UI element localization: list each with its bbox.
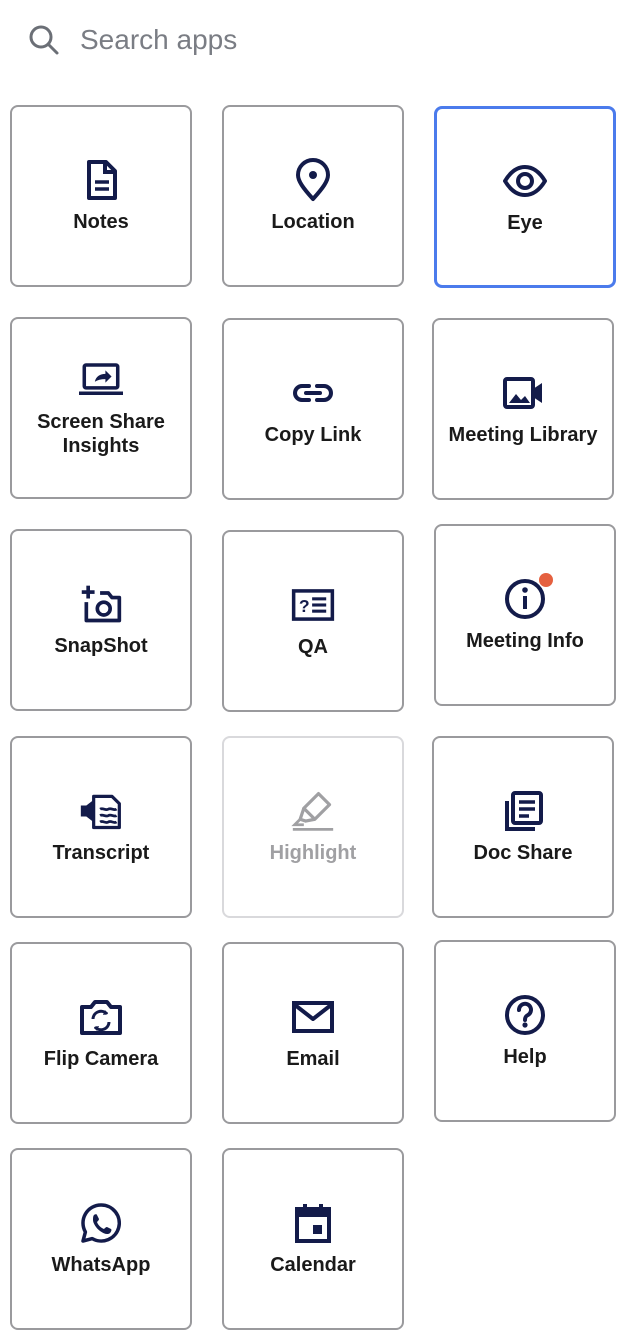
app-tile-email[interactable]: Email [222, 942, 404, 1124]
notification-badge [539, 573, 553, 587]
add-camera-icon [79, 582, 123, 626]
app-tile-location[interactable]: Location [222, 105, 404, 287]
app-label: SnapShot [54, 635, 148, 657]
app-tile-whatsapp[interactable]: WhatsApp [10, 1148, 192, 1330]
app-tile-meeting-info[interactable]: Meeting Info [434, 524, 616, 706]
app-tile-snapshot[interactable]: SnapShot [10, 529, 192, 711]
app-label: Location [271, 211, 355, 233]
app-label: QA [298, 636, 328, 658]
svg-text:?: ? [299, 596, 310, 616]
app-tile-flip-camera[interactable]: Flip Camera [10, 942, 192, 1124]
app-label: Highlight [269, 842, 357, 864]
app-label: Meeting Library [448, 424, 598, 446]
video-library-icon [501, 371, 545, 415]
app-tile-screen-share-insights[interactable]: Screen Share Insights [10, 317, 192, 499]
app-tile-copy-link[interactable]: Copy Link [222, 318, 404, 500]
screen-share-icon [79, 358, 123, 402]
app-tile-notes[interactable]: Notes [10, 105, 192, 287]
apps-grid: Notes Location Eye Screen Share Insights… [0, 0, 626, 1330]
qa-icon: ? [291, 583, 335, 627]
highlighter-icon [291, 789, 335, 833]
app-tile-transcript[interactable]: Transcript [10, 736, 192, 918]
app-label: Eye [507, 212, 543, 234]
app-label: Copy Link [264, 424, 362, 446]
eye-icon [503, 159, 547, 203]
app-tile-qa[interactable]: ? QA [222, 530, 404, 712]
app-tile-meeting-library[interactable]: Meeting Library [432, 318, 614, 500]
app-label: Flip Camera [43, 1048, 159, 1070]
app-tile-doc-share[interactable]: Doc Share [432, 736, 614, 918]
link-icon [291, 371, 335, 415]
app-label: Transcript [52, 842, 150, 864]
app-tile-calendar[interactable]: Calendar [222, 1148, 404, 1330]
app-label: Screen Share Insights [37, 411, 165, 457]
help-icon [503, 993, 547, 1037]
app-label: WhatsApp [51, 1254, 151, 1276]
app-tile-help[interactable]: Help [434, 940, 616, 1122]
flip-camera-icon [79, 995, 123, 1039]
app-label: Doc Share [473, 842, 573, 864]
mail-icon [291, 995, 335, 1039]
transcript-icon [79, 789, 123, 833]
location-pin-icon [291, 158, 335, 202]
notes-icon [79, 158, 123, 202]
app-label: Meeting Info [466, 630, 584, 652]
info-icon [503, 573, 553, 621]
app-tile-eye[interactable]: Eye [434, 106, 616, 288]
app-label: Notes [73, 211, 129, 233]
app-label: Email [286, 1048, 340, 1070]
doc-share-icon [501, 789, 545, 833]
app-label: Help [503, 1046, 547, 1068]
calendar-icon [291, 1201, 335, 1245]
app-tile-highlight[interactable]: Highlight [222, 736, 404, 918]
whatsapp-icon [79, 1201, 123, 1245]
app-label: Calendar [270, 1254, 356, 1276]
